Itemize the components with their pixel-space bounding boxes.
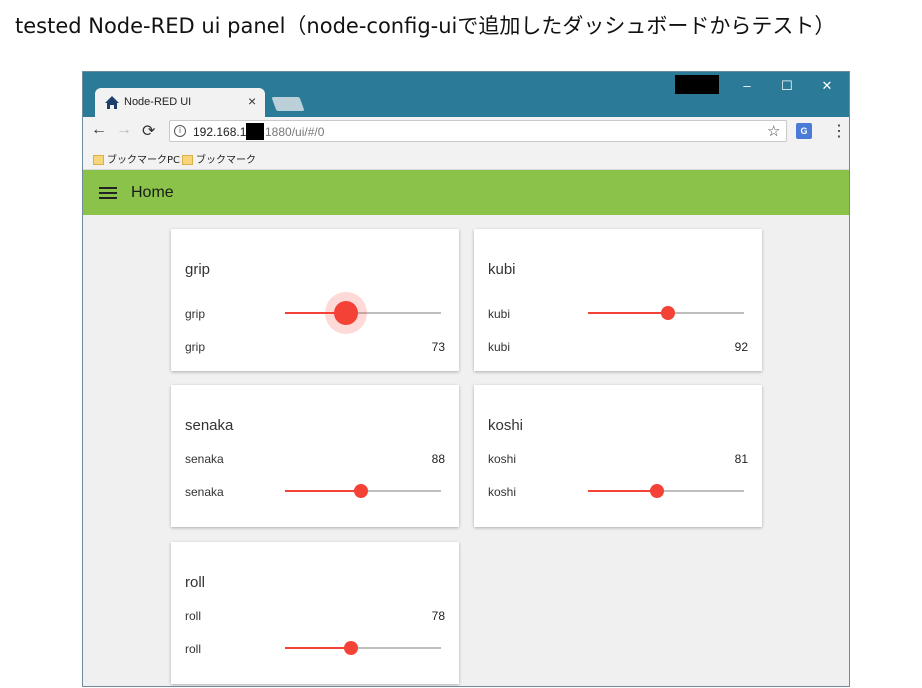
back-icon[interactable]: ← — [91, 121, 107, 139]
roll-slider[interactable] — [285, 640, 441, 656]
slider-thumb[interactable] — [343, 641, 358, 655]
browser-tab[interactable]: Node-RED UI × — [95, 88, 265, 118]
group-card-kubi: kubi kubi kubi 92 — [474, 229, 762, 371]
forward-icon[interactable]: → — [116, 121, 132, 139]
card-title: kubi — [488, 261, 516, 278]
card-title: senaka — [185, 417, 234, 434]
text-label: grip — [185, 340, 206, 354]
text-value: 88 — [431, 452, 445, 466]
maximize-button[interactable]: ☐ — [767, 72, 807, 100]
minimize-button[interactable]: – — [727, 72, 767, 100]
app-toolbar: Home — [83, 170, 849, 215]
redacted-block — [675, 75, 719, 94]
text-value: 81 — [734, 452, 748, 466]
title-bar: – ☐ ✕ Node-RED UI × — [83, 72, 849, 118]
group-card-senaka: senaka senaka 88 senaka — [171, 385, 459, 527]
bookmarks-bar: ブックマークPC ブックマーク — [83, 147, 849, 170]
folder-icon — [93, 155, 104, 165]
slider-thumb[interactable] — [649, 484, 664, 498]
text-label: roll — [185, 609, 202, 623]
home-icon — [105, 96, 119, 109]
text-value: 73 — [431, 340, 445, 354]
bookmark-item[interactable]: ブックマーク — [182, 151, 256, 166]
page-caption: tested Node-RED ui panel（node-config-uiで… — [15, 14, 836, 38]
url-host: 192.168.1 — [193, 125, 247, 139]
more-menu-icon[interactable]: ⋮ — [831, 121, 847, 141]
slider-thumb[interactable] — [354, 484, 369, 498]
text-value: 92 — [734, 340, 748, 354]
slider-label: roll — [185, 642, 202, 656]
translate-icon[interactable]: G — [796, 123, 812, 139]
slider-label: senaka — [185, 485, 224, 499]
slider-fill — [285, 490, 362, 492]
grip-slider[interactable] — [285, 292, 441, 334]
kubi-slider[interactable] — [588, 305, 744, 321]
group-card-koshi: koshi koshi 81 koshi — [474, 385, 762, 527]
menu-icon[interactable] — [99, 187, 117, 199]
page-title: Home — [131, 184, 174, 201]
address-bar[interactable]: i 192.168.1 1880/ui/#/0 ☆ — [169, 120, 787, 142]
card-title: koshi — [488, 417, 524, 434]
card-title: roll — [185, 574, 206, 591]
redacted-block — [246, 123, 264, 140]
slider-thumb[interactable] — [333, 301, 358, 325]
slider-label: koshi — [488, 485, 517, 499]
close-window-button[interactable]: ✕ — [807, 72, 847, 100]
slider-fill — [588, 312, 668, 314]
info-icon[interactable]: i — [174, 125, 186, 137]
bookmark-star-icon[interactable]: ☆ — [767, 122, 780, 140]
folder-icon — [182, 155, 193, 165]
bookmark-item[interactable]: ブックマークPC — [93, 151, 180, 166]
url-path: 1880/ui/#/0 — [265, 125, 325, 139]
text-label: senaka — [185, 452, 224, 466]
slider-fill — [285, 647, 351, 649]
slider-label: grip — [185, 307, 206, 321]
slider-thumb[interactable] — [660, 306, 675, 320]
koshi-slider[interactable] — [588, 483, 744, 499]
reload-icon[interactable]: ⟳ — [142, 121, 155, 141]
tab-title: Node-RED UI — [124, 96, 192, 108]
new-tab-button[interactable] — [271, 97, 305, 111]
senaka-slider[interactable] — [285, 483, 441, 499]
slider-label: kubi — [488, 307, 511, 321]
browser-window: – ☐ ✕ Node-RED UI × ← → ⟳ i 192.168.1 18… — [82, 71, 850, 687]
group-card-roll: roll roll 78 roll — [171, 542, 459, 684]
text-label: kubi — [488, 340, 511, 354]
tab-close-icon[interactable]: × — [248, 93, 256, 109]
text-value: 78 — [431, 609, 445, 623]
slider-fill — [588, 490, 657, 492]
group-card-grip: grip grip grip 73 — [171, 229, 459, 371]
browser-toolbar: ← → ⟳ i 192.168.1 1880/ui/#/0 ☆ G ⋮ — [83, 117, 849, 147]
text-label: koshi — [488, 452, 517, 466]
card-title: grip — [185, 261, 211, 278]
